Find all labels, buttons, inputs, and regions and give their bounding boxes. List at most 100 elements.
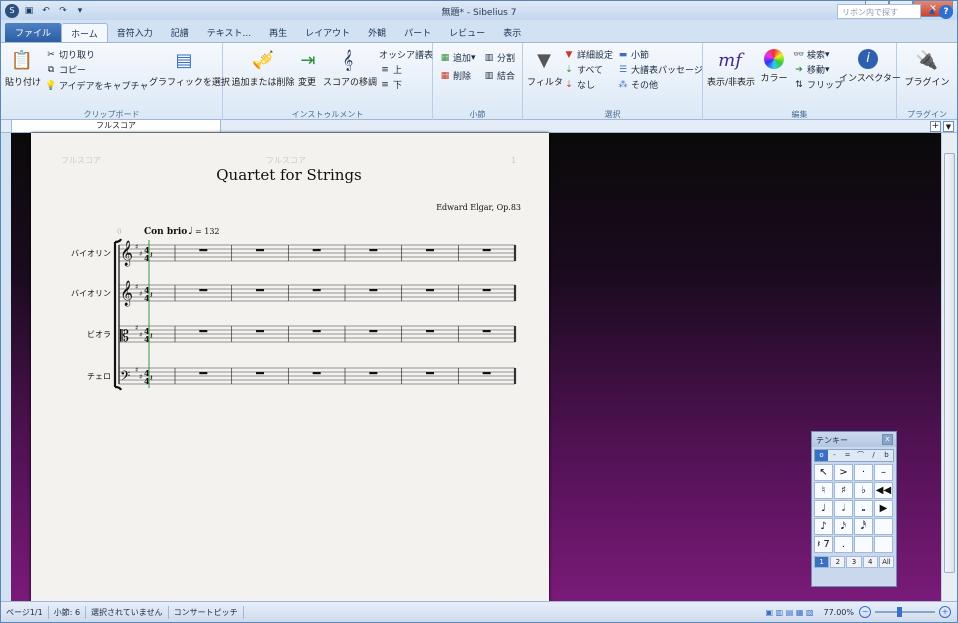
paste-button[interactable]: 📋 貼り付け xyxy=(5,49,41,88)
tab-0[interactable]: ファイル xyxy=(5,23,62,42)
tab-menu-icon[interactable]: ▼ xyxy=(943,121,954,132)
keypad-panel[interactable]: テンキー x o - = ⌒ / b ↖ > · – ♮ ♯ ♭ ◀◀ ♩ 𝅗𝅥 𝅝 ▶ ♪ 𝅘𝅥𝅯 𝅘𝅥𝅰 𝄽 7. 1… xyxy=(811,431,897,587)
keypad-key-7[interactable]: ◀◀ xyxy=(874,482,893,499)
tab-8[interactable]: パート xyxy=(395,23,440,42)
cut-button[interactable]: ✂ 切り取り xyxy=(45,48,95,62)
tab-7[interactable]: 外観 xyxy=(359,23,395,42)
system-passage-button[interactable]: ☰ 大譜表パッセージ xyxy=(617,63,703,77)
keypad-tab-5[interactable]: b xyxy=(880,450,893,461)
tab-10[interactable]: 表示 xyxy=(494,23,530,42)
keypad-key-14[interactable]: 𝅘𝅥𝅰 xyxy=(854,518,873,535)
zoom-slider[interactable] xyxy=(875,607,935,617)
help-icon[interactable]: ? xyxy=(939,5,953,19)
keypad-key-15[interactable] xyxy=(874,518,893,535)
select-other-button[interactable]: ⁂ その他 xyxy=(617,78,659,92)
score-workspace[interactable]: フルスコア フルスコア 1 Quartet for Strings Edward… xyxy=(11,133,941,601)
tab-5[interactable]: 再生 xyxy=(260,23,296,42)
color-button[interactable]: カラー xyxy=(757,49,791,84)
quarter-rest: 𝄽 xyxy=(150,291,153,301)
keypad-tab-2[interactable]: = xyxy=(841,450,854,461)
inspector-button[interactable]: i インスペクター xyxy=(839,49,901,84)
undo-icon[interactable]: ↶ xyxy=(39,4,53,17)
keypad-key-2[interactable]: · xyxy=(854,464,873,481)
goto-button[interactable]: ➔ 移動 ▾ xyxy=(793,63,829,77)
keypad-set-3[interactable]: 3 xyxy=(846,556,862,568)
keypad-key-4[interactable]: ♮ xyxy=(814,482,833,499)
add-remove-instruments-button[interactable]: 🎺 追加または削除 xyxy=(231,49,295,88)
find-button[interactable]: 👓 検索 ▾ xyxy=(793,48,829,62)
tab-6[interactable]: レイアウト xyxy=(296,23,359,42)
view-mode-icons[interactable]: ▣ ▥ ▤ ▦ ▧ xyxy=(761,606,819,619)
keypad-tab-4[interactable]: / xyxy=(867,450,880,461)
capture-idea-button[interactable]: 💡 アイデアをキャプチャ xyxy=(45,79,148,93)
redo-icon[interactable]: ↷ xyxy=(56,4,70,17)
keypad-tab-3[interactable]: ⌒ xyxy=(854,450,867,461)
zoom-out-icon[interactable]: − xyxy=(859,606,871,618)
tab-2[interactable]: 音符入力 xyxy=(108,23,162,42)
keypad-tab-1[interactable]: - xyxy=(828,450,841,461)
ossia-staff-button[interactable]: オッシア譜表 xyxy=(379,48,433,61)
keypad-key-10[interactable]: 𝅝 xyxy=(854,500,873,517)
keypad-key-11[interactable]: ▶ xyxy=(874,500,893,517)
vertical-scrollbar[interactable] xyxy=(941,133,957,601)
dropdown-icon[interactable]: ▾ xyxy=(73,4,87,17)
tab-full-score[interactable]: フルスコア xyxy=(11,120,221,133)
add-tab-icon[interactable]: + xyxy=(930,121,941,132)
keypad-tab-0[interactable]: o xyxy=(815,450,828,461)
ribbon-search-input[interactable]: リボン内で探す xyxy=(837,4,921,19)
ossia-down-button[interactable]: ≡ 下 xyxy=(379,78,402,92)
select-bar-button[interactable]: ▬ 小節 xyxy=(617,48,649,62)
add-bar-button[interactable]: ▦ 追加 ▾ xyxy=(439,51,476,65)
whole-rest xyxy=(482,372,491,375)
flip-button[interactable]: ⇅ フリップ xyxy=(793,78,843,92)
tab-9[interactable]: レビュー xyxy=(440,23,494,42)
tab-3[interactable]: 記譜 xyxy=(162,23,198,42)
transpose-score-button[interactable]: 𝄞 スコアの移調 xyxy=(323,49,377,88)
change-instrument-button[interactable]: ⇥ 変更 xyxy=(295,49,319,88)
keypad-key-8[interactable]: ♩ xyxy=(814,500,833,517)
split-bar-button[interactable]: ▥ 分割 xyxy=(483,51,515,65)
keypad-key-17[interactable]: . xyxy=(834,536,853,553)
copy-button[interactable]: ⧉ コピー xyxy=(45,63,86,77)
ossia-up-button[interactable]: ≡ 上 xyxy=(379,63,402,77)
score-staves[interactable]: バイオリン 𝄞 ♯♯ 44 𝄽バイオリン 𝄞 ♯♯ 44 𝄽ビオラ 𝄡 ♯♯ 44 𝄽チェロ 𝄢 ♯♯ 44 𝄽 xyxy=(71,238,517,391)
select-graphic-button[interactable]: ▤ グラフィックを選択 xyxy=(149,49,230,88)
keypad-key-1[interactable]: > xyxy=(834,464,853,481)
tab-1[interactable]: ホーム xyxy=(61,23,108,42)
keypad-key-9[interactable]: 𝅗𝅥 xyxy=(834,500,853,517)
zoom-slider-thumb[interactable] xyxy=(897,607,902,617)
select-none-button[interactable]: ⇣ なし xyxy=(563,78,595,92)
keypad-key-0[interactable]: ↖ xyxy=(814,464,833,481)
keypad-key-13[interactable]: 𝅘𝅥𝅯 xyxy=(834,518,853,535)
zoom-in-icon[interactable]: + xyxy=(939,606,951,618)
keypad-set-2[interactable]: 2 xyxy=(830,556,846,568)
keypad-title[interactable]: テンキー x xyxy=(812,432,896,447)
join-bar-button[interactable]: ▥ 結合 xyxy=(483,69,515,83)
keypad-key-12[interactable]: ♪ xyxy=(814,518,833,535)
keypad-set-4[interactable]: 4 xyxy=(862,556,878,568)
keypad-set-All[interactable]: All xyxy=(878,556,895,568)
delete-bar-button[interactable]: ▦ 削除 xyxy=(439,69,471,83)
ribbon-collapse-icon[interactable]: ▲ xyxy=(929,6,935,15)
scrollbar-thumb[interactable] xyxy=(944,153,955,573)
app-window: S ▣ ↶ ↷ ▾ 無題* - Sibelius 7 _ □ ✕ ファイルホーム… xyxy=(0,0,958,623)
advanced-select-button[interactable]: ▼ 詳細設定 xyxy=(563,48,613,62)
show-hide-button[interactable]: mf 表示/非表示 xyxy=(707,49,755,88)
keypad-set-1[interactable]: 1 xyxy=(814,556,830,568)
keypad-key-18[interactable] xyxy=(854,536,873,553)
keypad-close-icon[interactable]: x xyxy=(882,434,893,445)
keypad-key-19[interactable] xyxy=(874,536,893,553)
keypad-key-3[interactable]: – xyxy=(874,464,893,481)
score-page[interactable]: フルスコア フルスコア 1 Quartet for Strings Edward… xyxy=(31,133,549,601)
score-canvas[interactable]: フルスコア フルスコア 1 Quartet for Strings Edward… xyxy=(31,133,549,601)
save-icon[interactable]: ▣ xyxy=(22,4,36,17)
tab-4[interactable]: テキスト... xyxy=(198,23,260,42)
filter-button[interactable]: ▼ フィルタ xyxy=(527,49,563,88)
select-all-button[interactable]: ⇣ すべて xyxy=(563,63,603,77)
keypad-key-6[interactable]: ♭ xyxy=(854,482,873,499)
status-concert-pitch[interactable]: コンサートピッチ xyxy=(169,605,244,619)
app-logo-icon[interactable]: S xyxy=(5,3,19,18)
keypad-key-16[interactable]: 𝄽 7 xyxy=(814,536,833,553)
keypad-key-5[interactable]: ♯ xyxy=(834,482,853,499)
plugins-button[interactable]: 🔌 プラグイン xyxy=(903,49,951,88)
